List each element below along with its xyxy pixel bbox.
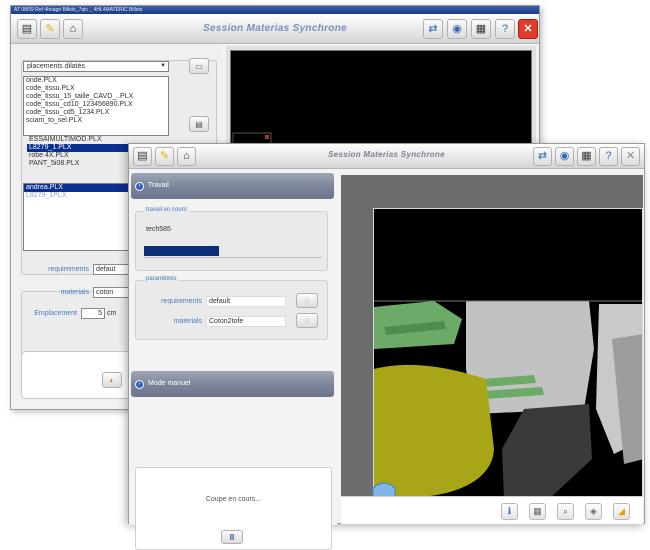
progress-bar bbox=[144, 246, 322, 256]
emplacement-field[interactable]: 5 bbox=[81, 308, 105, 319]
emplacement-label: Emplacement bbox=[34, 310, 77, 317]
back-preview-marks bbox=[232, 132, 272, 148]
progress-fill bbox=[144, 246, 219, 256]
clipboard-icon[interactable]: ▦ bbox=[577, 147, 596, 166]
placement-select[interactable]: placements dilatés ▼ bbox=[23, 61, 169, 72]
network-icon[interactable]: ⇄ bbox=[423, 19, 443, 39]
cut-button[interactable]: ◐ bbox=[102, 372, 122, 388]
layers-icon[interactable]: ◈ bbox=[585, 503, 602, 520]
help-icon[interactable]: ? bbox=[599, 147, 618, 166]
back-toolbar: ▤ ✎ ⌂ Session Materias Synchrone ⇄ ◉ ▦ ?… bbox=[11, 14, 539, 44]
requirements-button[interactable]: ◌ bbox=[296, 293, 318, 308]
globe-icon[interactable]: ◉ bbox=[555, 147, 574, 166]
materials-field[interactable]: Coton2tofe bbox=[206, 316, 286, 327]
requirements-label: requirements bbox=[48, 266, 89, 273]
travail-header-label: Travail bbox=[148, 182, 169, 189]
pause-icon: II bbox=[229, 532, 235, 542]
network-icon[interactable]: ⇄ bbox=[533, 147, 552, 166]
materials-button[interactable]: ◌ bbox=[296, 313, 318, 328]
list-item[interactable]: code_tissu_cd10_123456890.PLX bbox=[24, 101, 168, 109]
travail-header[interactable]: › Travail bbox=[131, 173, 334, 199]
piece-yellow bbox=[374, 364, 494, 497]
system-bar: AT 08/09 Ref 4Image Billets_7qtc _ 4HL4M… bbox=[11, 6, 539, 14]
arrow-right-icon: › bbox=[135, 182, 144, 191]
parametres-box: paramètres requirements default ◌ materi… bbox=[135, 276, 328, 340]
materials-label: materials bbox=[60, 289, 89, 296]
mode-manuel-label: Mode manuel bbox=[148, 380, 191, 387]
list-item[interactable]: onde.PLX bbox=[24, 77, 168, 85]
zoom-icon[interactable]: ⌕ bbox=[557, 503, 574, 520]
help-icon[interactable]: ? bbox=[495, 19, 515, 39]
chevron-down-icon: ▼ bbox=[160, 63, 166, 69]
close-icon[interactable]: ✕ bbox=[621, 147, 640, 166]
file-list[interactable]: onde.PLX code_tissu.PLX code_tissu_15_tail… bbox=[23, 76, 169, 136]
info-icon[interactable]: ℹ bbox=[501, 503, 518, 520]
list-item[interactable]: code_tissu_15_taille_CAVD_..PLX bbox=[24, 93, 168, 101]
travail-file: tech585 bbox=[146, 226, 171, 233]
cut-icon[interactable]: ◢ bbox=[613, 503, 630, 520]
parametres-label: paramètres bbox=[144, 276, 179, 282]
front-window: ▤ ✎ ⌂ Session Materias Synchrone ⇄ ◉ ▦ ?… bbox=[128, 143, 645, 550]
clipboard-icon[interactable]: ▦ bbox=[471, 19, 491, 39]
front-left-panel: › Travail travail en cours tech585 param… bbox=[129, 169, 337, 550]
coupe-status: Coupe en cours... bbox=[205, 496, 262, 503]
requirements-label: requirements bbox=[161, 298, 202, 305]
travail-en-cours-label: travail en cours bbox=[144, 207, 189, 213]
select-value: placements dilatés bbox=[27, 63, 85, 70]
monitor-button[interactable]: ▭ bbox=[189, 58, 209, 74]
pieces-drawing bbox=[374, 209, 642, 497]
close-icon[interactable]: ✕ bbox=[518, 19, 538, 39]
arrow-right-icon: › bbox=[135, 380, 144, 389]
cut-preview bbox=[373, 208, 643, 498]
list-item[interactable]: code_tissu_cd5_1234.PLX bbox=[24, 109, 168, 117]
divider bbox=[144, 257, 322, 258]
mode-manuel-header[interactable]: › Mode manuel bbox=[131, 371, 334, 397]
grid-icon[interactable]: ▦ bbox=[529, 503, 546, 520]
cut-canvas[interactable] bbox=[341, 175, 643, 499]
travail-en-cours-box: travail en cours tech585 bbox=[135, 207, 328, 271]
document-button[interactable]: ▤ bbox=[189, 116, 209, 132]
bottom-toolbar: ℹ ▦ ⌕ ◈ ◢ bbox=[341, 496, 643, 524]
pause-button[interactable]: II bbox=[221, 530, 243, 544]
list-item[interactable]: sciam_to_sel.PLX bbox=[24, 117, 168, 125]
materials-label: materials bbox=[173, 318, 202, 325]
list-item[interactable]: code_tissu.PLX bbox=[24, 85, 168, 93]
requirements-field[interactable]: default bbox=[206, 296, 286, 307]
coupe-box: Coupe en cours... II bbox=[135, 467, 332, 550]
front-toolbar: ▤ ✎ ⌂ Session Materias Synchrone ⇄ ◉ ▦ ?… bbox=[129, 144, 644, 169]
emplacement-unit: cm bbox=[107, 310, 117, 317]
back-preview bbox=[230, 50, 532, 148]
globe-icon[interactable]: ◉ bbox=[447, 19, 467, 39]
